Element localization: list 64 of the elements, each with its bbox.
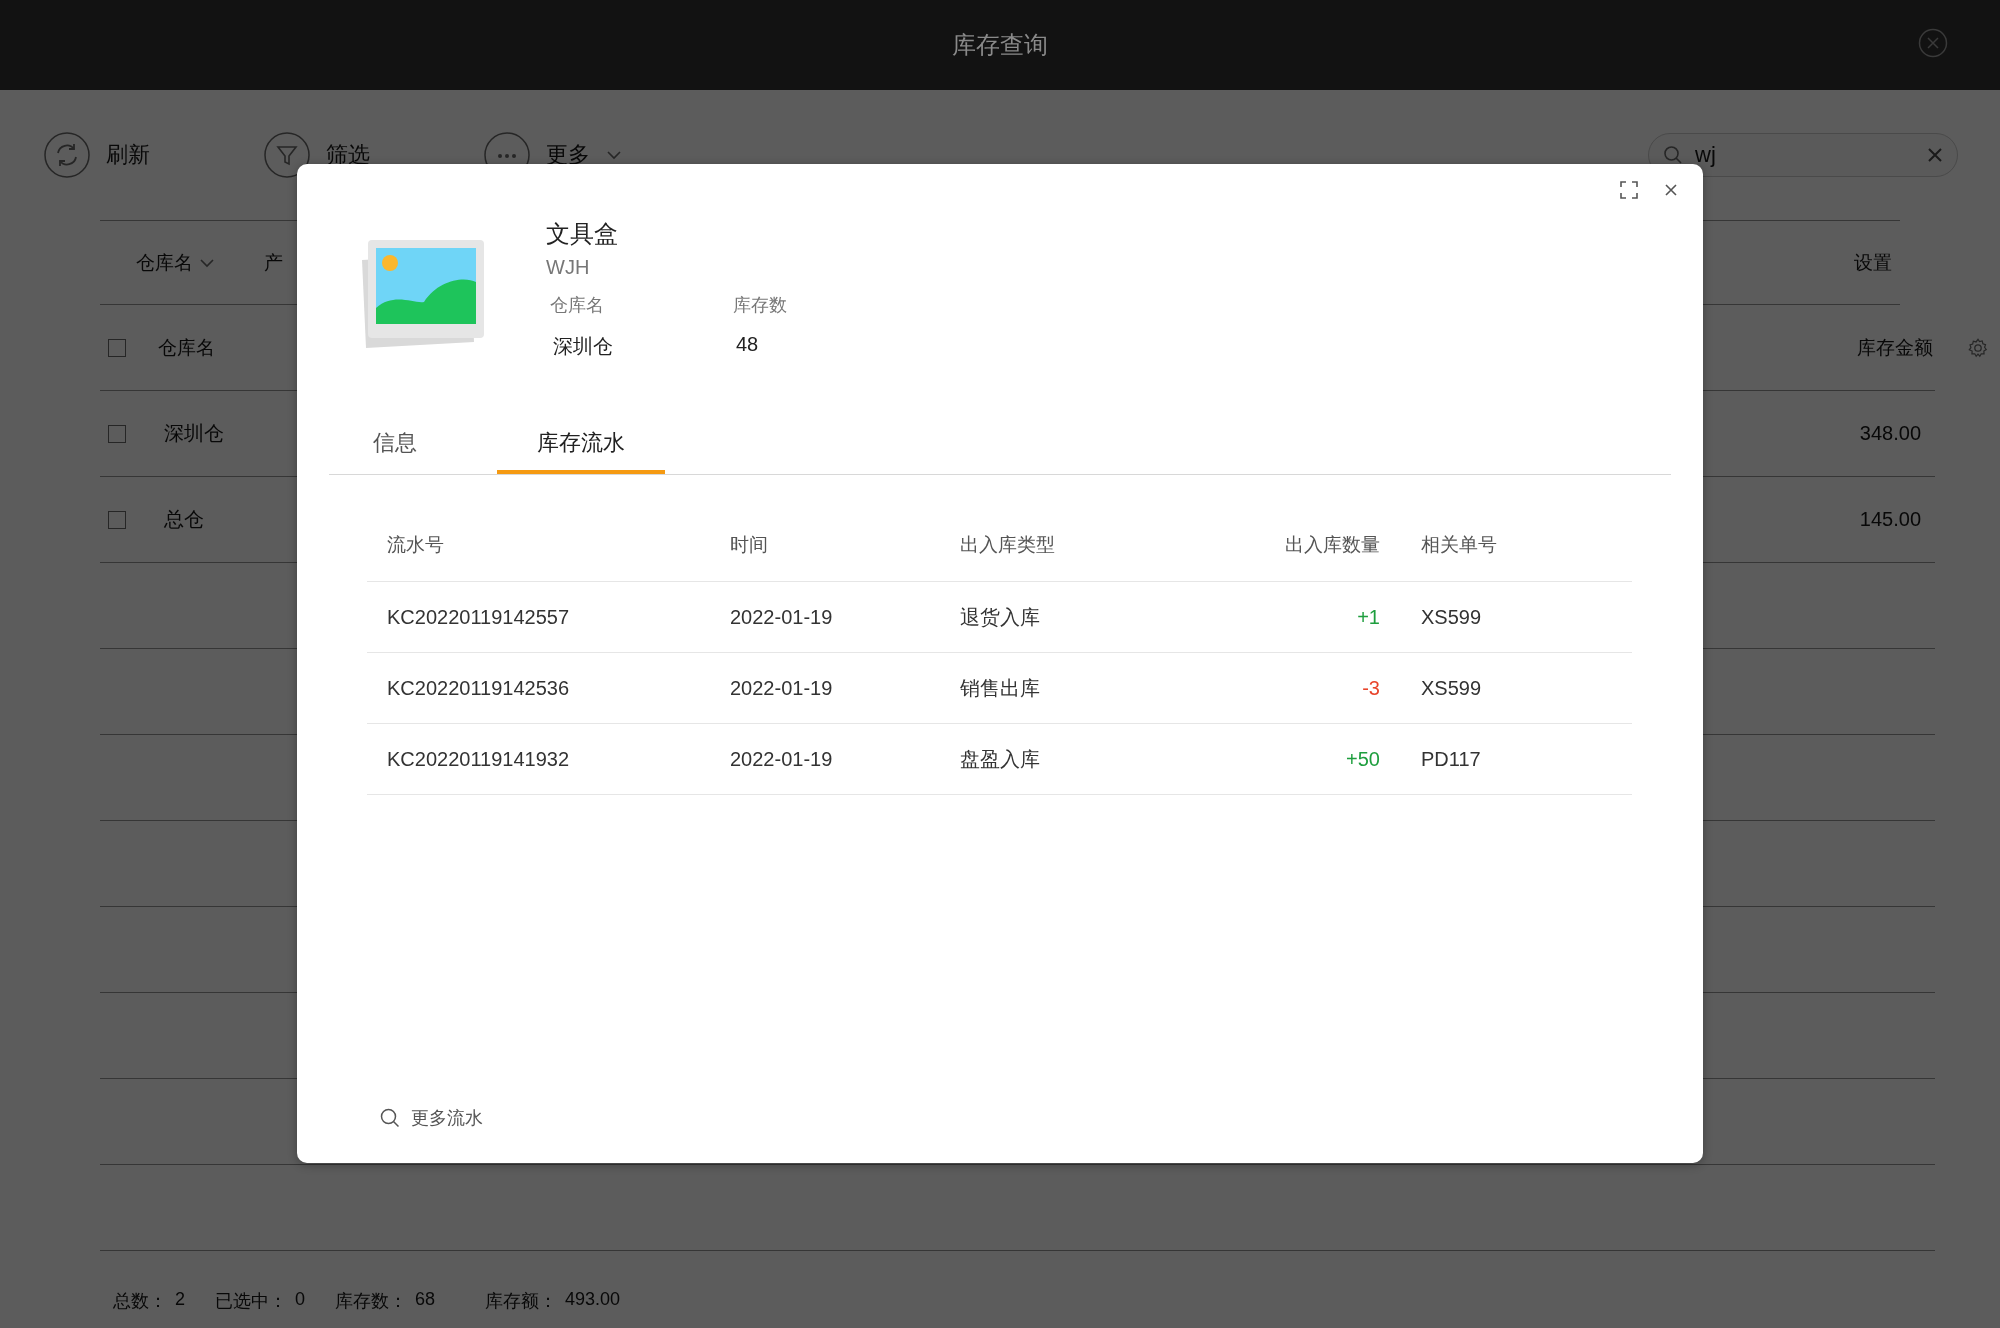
table-cell-text: 深圳仓 <box>164 421 224 446</box>
table-cell: 348.00 <box>1859 422 1921 445</box>
checkbox[interactable] <box>108 338 126 357</box>
table-cell-text: PD117 <box>1420 747 1482 771</box>
table-cell-text: +50 <box>1345 747 1380 771</box>
table-cell-text: KC20220119142557 <box>386 605 571 629</box>
table-cell-text: +1 <box>1356 605 1380 629</box>
table-cell-text: 退货入库 <box>960 604 1041 630</box>
tab[interactable]: 信息 <box>329 427 461 474</box>
table-cell-text: 盘盈入库 <box>960 746 1041 772</box>
status-label: 总数： <box>113 1290 167 1313</box>
status-value: 493.00 <box>565 1289 621 1311</box>
product-name: 文具盒 <box>546 219 619 249</box>
search-icon <box>379 1107 401 1129</box>
settings-link[interactable]: 设置 <box>1854 249 1892 276</box>
status-value: 0 <box>295 1289 306 1311</box>
status-label: 已选中： <box>215 1290 287 1313</box>
window-title: 库存查询 <box>952 30 1048 60</box>
filter-dropdown[interactable]: 仓库名 <box>136 249 264 276</box>
search-field[interactable]: wj <box>1693 141 1917 169</box>
more-records-link[interactable]: 更多流水 <box>379 1106 483 1130</box>
filter-button[interactable]: 筛选 <box>264 132 484 178</box>
settings-icon[interactable] <box>1967 336 1989 359</box>
caret-icon <box>199 257 215 268</box>
column-header: 出入库类型 <box>960 533 1056 557</box>
table-cell-text: -3 <box>1361 676 1380 700</box>
tab[interactable]: 库存流水 <box>497 427 665 474</box>
product-code: WJH <box>546 256 591 279</box>
checkbox[interactable] <box>108 424 126 443</box>
field-value: 48 <box>735 333 760 356</box>
table-cell-text: 2022-01-19 <box>730 605 834 629</box>
status-value: 68 <box>415 1289 436 1311</box>
search-icon <box>1663 145 1683 165</box>
table-cell-text: XS599 <box>1420 605 1483 629</box>
field-label: 仓库名 <box>550 294 605 317</box>
status-value: 2 <box>175 1289 185 1311</box>
clear-icon[interactable] <box>1927 147 1943 163</box>
table-cell-text: 2022-01-19 <box>730 676 834 700</box>
search-box[interactable]: wj <box>1648 133 1958 177</box>
table-cell-text: 总仓 <box>164 507 204 532</box>
field-value: 深圳仓 <box>552 334 614 359</box>
table-cell-text: XS599 <box>1420 676 1483 700</box>
column-header: 时间 <box>730 533 769 557</box>
column-header: 流水号 <box>386 533 445 557</box>
filter-icon <box>264 132 310 178</box>
filter-dropdown[interactable]: 产 <box>264 249 283 276</box>
table-cell-text: 销售出库 <box>960 675 1041 701</box>
fullscreen-icon[interactable] <box>1619 180 1639 200</box>
field-label: 库存数 <box>733 294 788 317</box>
refresh-button[interactable]: 刷新 <box>44 132 264 178</box>
table-cell-text: 2022-01-19 <box>730 747 834 771</box>
table-cell-text: KC20220119141932 <box>386 747 571 771</box>
column-header: 仓库名 <box>158 335 215 360</box>
status-label: 库存数： <box>335 1290 408 1313</box>
column-header: 库存金额 <box>1857 335 1933 360</box>
table-cell: 145.00 <box>1859 508 1921 531</box>
table-cell-text: KC20220119142536 <box>386 676 571 700</box>
column-header: 相关单号 <box>1420 533 1498 557</box>
status-label: 库存额： <box>485 1290 558 1313</box>
caret-icon <box>606 150 622 160</box>
checkbox[interactable] <box>108 510 126 529</box>
column-header: 出入库数量 <box>1284 533 1380 557</box>
refresh-icon <box>44 132 90 178</box>
image-icon <box>360 238 486 350</box>
